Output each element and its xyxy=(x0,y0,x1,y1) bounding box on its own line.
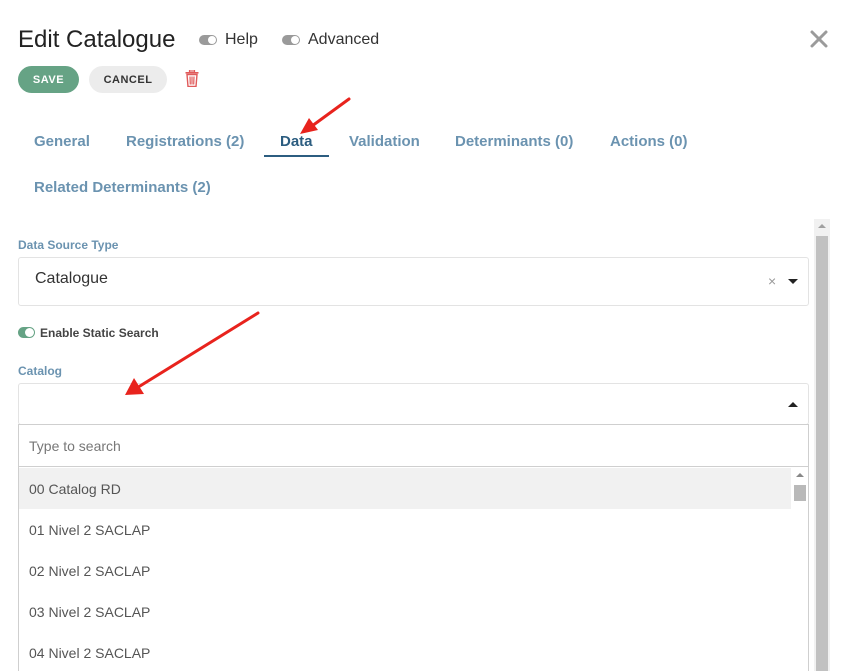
data-source-type-label: Data Source Type xyxy=(18,238,119,252)
catalog-dropdown: 00 Catalog RD 01 Nivel 2 SACLAP 02 Nivel… xyxy=(18,424,809,671)
catalog-select[interactable] xyxy=(18,383,809,425)
tab-registrations[interactable]: Registrations (2) xyxy=(126,133,244,150)
help-toggle-switch[interactable] xyxy=(199,35,217,45)
help-toggle-label: Help xyxy=(225,31,258,48)
tab-validation[interactable]: Validation xyxy=(349,133,420,150)
data-source-type-select[interactable]: Catalogue × xyxy=(18,257,809,306)
advanced-toggle-switch[interactable] xyxy=(282,35,300,45)
catalog-search-input[interactable] xyxy=(19,425,808,467)
advanced-toggle[interactable]: Advanced xyxy=(282,31,379,49)
advanced-toggle-label: Advanced xyxy=(308,31,380,48)
dropdown-scroll-up-arrow[interactable] xyxy=(796,473,804,477)
static-search-switch[interactable] xyxy=(18,327,35,338)
annotation-arrow-data-tab xyxy=(300,97,351,134)
active-tab-indicator xyxy=(264,155,329,157)
catalog-label: Catalog xyxy=(18,364,63,378)
clear-icon[interactable]: × xyxy=(768,273,776,289)
close-icon[interactable] xyxy=(808,28,830,50)
tab-actions[interactable]: Actions (0) xyxy=(610,133,688,150)
trash-icon[interactable] xyxy=(185,70,199,87)
save-button[interactable]: SAVE xyxy=(18,66,79,93)
catalog-option[interactable]: 02 Nivel 2 SACLAP xyxy=(19,550,791,591)
dropdown-scrollbar-thumb[interactable] xyxy=(794,485,806,501)
catalog-option[interactable]: 00 Catalog RD xyxy=(19,468,791,509)
page-scroll-up-arrow[interactable] xyxy=(818,224,826,228)
tab-determinants[interactable]: Determinants (0) xyxy=(455,133,573,150)
tab-data[interactable]: Data xyxy=(280,133,313,150)
static-search-label: Enable Static Search xyxy=(40,326,159,340)
catalog-option[interactable]: 04 Nivel 2 SACLAP xyxy=(19,632,791,671)
catalog-option[interactable]: 03 Nivel 2 SACLAP xyxy=(19,591,791,632)
page-scrollbar-thumb[interactable] xyxy=(816,236,828,671)
cancel-button[interactable]: CANCEL xyxy=(89,66,167,93)
catalog-option[interactable]: 01 Nivel 2 SACLAP xyxy=(19,509,791,550)
help-toggle[interactable]: Help xyxy=(199,31,258,49)
data-source-type-value: Catalogue xyxy=(35,270,108,287)
tab-related-determinants[interactable]: Related Determinants (2) xyxy=(34,179,211,196)
chevron-up-icon[interactable] xyxy=(788,402,798,407)
tab-general[interactable]: General xyxy=(34,133,90,150)
page-title: Edit Catalogue xyxy=(18,26,176,53)
chevron-down-icon[interactable] xyxy=(788,279,798,284)
